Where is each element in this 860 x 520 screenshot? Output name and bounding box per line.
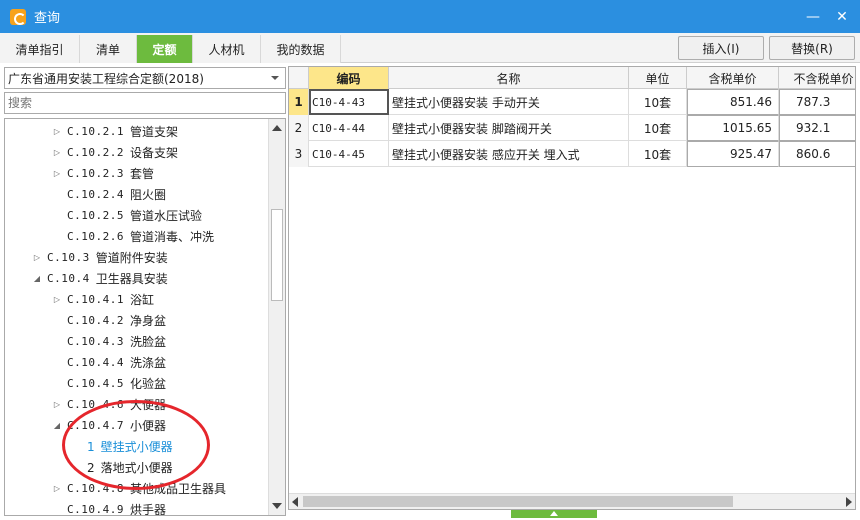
expand-caret-icon[interactable]: ▷ bbox=[51, 168, 63, 180]
replace-button[interactable]: 替换(R) bbox=[769, 36, 855, 60]
table-row[interactable]: 3 C10-4-45 壁挂式小便器安装 感应开关 埋入式 10套 925.47 … bbox=[289, 141, 855, 167]
tab-list[interactable]: 清单 bbox=[80, 35, 137, 63]
header-rownum bbox=[289, 67, 309, 89]
tree-node[interactable]: ▷ C.10.4.8 其他成品卫生器具 bbox=[5, 478, 267, 499]
scroll-up-icon[interactable] bbox=[272, 125, 282, 131]
table-row[interactable]: 1 C10-4-43 壁挂式小便器安装 手动开关 10套 851.46 787.… bbox=[289, 89, 855, 115]
window-title: 查询 bbox=[34, 11, 61, 26]
expand-caret-icon[interactable]: ▷ bbox=[51, 294, 63, 306]
tree-node[interactable]: C.10.2.4 阻火圈 bbox=[5, 184, 267, 205]
quota-results-grid: 编码 名称 单位 含税单价 不含税单价 1 C10-4-43 壁挂式小便器安装 … bbox=[288, 66, 856, 510]
tree-node[interactable]: C.10.2.5 管道水压试验 bbox=[5, 205, 267, 226]
tree-node[interactable]: C.10.2.6 管道消毒、冲洗 bbox=[5, 226, 267, 247]
header-tax-price[interactable]: 含税单价 bbox=[687, 67, 779, 89]
expand-caret-icon[interactable]: ▷ bbox=[51, 483, 63, 495]
tab-quota[interactable]: 定额 bbox=[137, 35, 193, 63]
chevron-down-icon bbox=[271, 76, 279, 80]
panel-collapse-handle[interactable] bbox=[511, 510, 597, 518]
tree-node[interactable]: ▷ C.10.3 管道附件安装 bbox=[5, 247, 267, 268]
minimize-button[interactable]: — bbox=[801, 0, 825, 33]
scrollbar-thumb[interactable] bbox=[271, 209, 283, 301]
tree-node[interactable]: ▷ C.10.4.6 大便器 bbox=[5, 394, 267, 415]
tab-list-guide[interactable]: 清单指引 bbox=[0, 35, 80, 63]
table-row[interactable]: 2 C10-4-44 壁挂式小便器安装 脚踏阀开关 10套 1015.65 93… bbox=[289, 115, 855, 141]
tree-node[interactable]: ▷ C.10.2.1 管道支架 bbox=[5, 121, 267, 142]
app-logo-icon bbox=[10, 8, 26, 25]
expand-caret-icon[interactable]: ▷ bbox=[51, 147, 63, 159]
quota-tree: ▷ C.10.2.1 管道支架 ▷ C.10.2.2 设备支架 ▷ C.10.2.3 套管 … bbox=[4, 118, 286, 516]
tab-bar: 清单指引 清单 定额 人材机 我的数据 插入(I) 替换(R) bbox=[0, 33, 860, 63]
search-input[interactable] bbox=[4, 92, 286, 114]
tree-node[interactable]: C.10.4.2 净身盆 bbox=[5, 310, 267, 331]
tree-node[interactable]: ▷ C.10.4.1 浴缸 bbox=[5, 289, 267, 310]
scrollbar-thumb[interactable] bbox=[303, 496, 733, 507]
tree-node[interactable]: 2 落地式小便器 bbox=[5, 457, 267, 478]
header-notax-price[interactable]: 不含税单价 bbox=[779, 67, 855, 89]
header-code[interactable]: 编码 bbox=[309, 67, 389, 89]
insert-button[interactable]: 插入(I) bbox=[678, 36, 764, 60]
title-bar: 查询 — ✕ bbox=[0, 0, 860, 33]
grid-horizontal-scrollbar[interactable] bbox=[289, 493, 855, 509]
tree-node-selected[interactable]: 1 壁挂式小便器 bbox=[5, 436, 267, 457]
expand-caret-icon[interactable]: ▷ bbox=[51, 126, 63, 138]
tree-scrollbar[interactable] bbox=[268, 119, 285, 515]
tree-node[interactable]: C.10.4.9 烘手器 bbox=[5, 499, 267, 515]
left-panel: 广东省通用安装工程综合定额(2018) ▷C.10.2.1管道支架 ▷C.10.… bbox=[4, 66, 286, 516]
tree-node[interactable]: ◢ C.10.4 卫生器具安装 bbox=[5, 268, 267, 289]
expand-caret-icon[interactable]: ▷ bbox=[51, 399, 63, 411]
expand-caret-icon[interactable]: ▷ bbox=[31, 252, 43, 264]
scroll-right-icon[interactable] bbox=[846, 497, 852, 507]
scroll-left-icon[interactable] bbox=[292, 497, 298, 507]
tree-node[interactable]: ▷ C.10.2.2 设备支架 bbox=[5, 142, 267, 163]
tree-node[interactable]: C.10.4.3 洗脸盆 bbox=[5, 331, 267, 352]
collapse-caret-icon[interactable]: ◢ bbox=[31, 273, 43, 285]
quota-library-value: 广东省通用安装工程综合定额(2018) bbox=[8, 71, 204, 86]
tab-my-data[interactable]: 我的数据 bbox=[261, 35, 341, 63]
header-unit[interactable]: 单位 bbox=[629, 67, 687, 89]
tab-labor-material-machine[interactable]: 人材机 bbox=[193, 35, 261, 63]
scroll-down-icon[interactable] bbox=[272, 503, 282, 509]
header-name[interactable]: 名称 bbox=[389, 67, 629, 89]
collapse-caret-icon[interactable]: ◢ bbox=[51, 420, 63, 432]
quota-library-select[interactable]: 广东省通用安装工程综合定额(2018) bbox=[4, 67, 286, 89]
tree-node[interactable]: ◢ C.10.4.7 小便器 bbox=[5, 415, 267, 436]
tree-node[interactable]: C.10.4.4 洗涤盆 bbox=[5, 352, 267, 373]
close-button[interactable]: ✕ bbox=[830, 0, 854, 33]
tree-node[interactable]: ▷ C.10.2.3 套管 bbox=[5, 163, 267, 184]
tree-node[interactable]: C.10.4.5 化验盆 bbox=[5, 373, 267, 394]
grid-header: 编码 名称 单位 含税单价 不含税单价 bbox=[289, 67, 855, 89]
